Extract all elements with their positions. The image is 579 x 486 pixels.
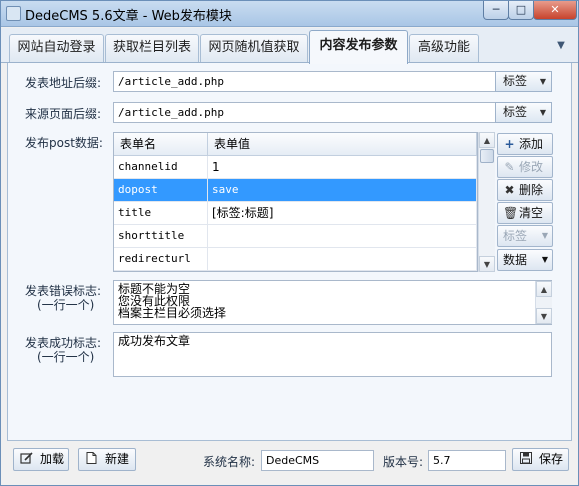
- add-button[interactable]: + 添加: [497, 133, 553, 155]
- chevron-down-icon: ▼: [539, 77, 546, 86]
- referer-tag-dropdown[interactable]: 标签 ▼: [495, 102, 552, 123]
- app-icon: [6, 6, 21, 21]
- scroll-up-icon[interactable]: ▲: [536, 281, 552, 297]
- edit-button[interactable]: ✎ 修改: [497, 156, 553, 178]
- error-flag-hint: (一行一个): [37, 298, 95, 312]
- cell-name: redirecturl: [114, 248, 208, 270]
- data-menu-button[interactable]: 数据 ▼: [497, 249, 553, 271]
- trash-icon: 🗑: [503, 206, 519, 220]
- grid-scrollbar[interactable]: ▲ ▼: [478, 132, 495, 272]
- chevron-down-icon: ▼: [541, 255, 548, 264]
- post-data-label: 发布post数据:: [25, 136, 103, 150]
- window-title: DedeCMS 5.6文章 - Web发布模块: [25, 9, 232, 24]
- delete-button[interactable]: ✖ 删除: [497, 179, 553, 201]
- title-bar[interactable]: DedeCMS 5.6文章 - Web发布模块 ─ □ ✕: [1, 1, 578, 27]
- new-button[interactable]: 新建: [78, 448, 136, 471]
- scroll-down-icon[interactable]: ▼: [479, 256, 495, 272]
- tab-random-value[interactable]: 网页随机值获取: [200, 34, 308, 62]
- clear-label: 清空: [519, 206, 544, 220]
- tab-auto-login[interactable]: 网站自动登录: [9, 34, 104, 62]
- success-flag-hint: (一行一个): [37, 350, 95, 364]
- edit-icon: [20, 452, 33, 464]
- delete-label: 删除: [519, 183, 544, 197]
- tag-dropdown-label: 标签: [503, 105, 528, 119]
- success-flag-textarea[interactable]: 成功发布文章: [113, 332, 552, 377]
- scroll-down-icon[interactable]: ▼: [536, 308, 552, 324]
- column-header-value[interactable]: 表单值: [208, 133, 477, 156]
- error-flag-textarea[interactable]: 标题不能为空 您没有此权限 档案主栏目必须选择: [113, 280, 552, 325]
- data-label: 数据: [503, 253, 528, 267]
- add-label: 添加: [519, 137, 544, 151]
- cell-value: [208, 225, 477, 247]
- cell-name: shorttitle: [114, 225, 208, 247]
- error-textarea-scrollbar[interactable]: ▲ ▼: [535, 281, 552, 324]
- load-label: 加载: [40, 452, 65, 466]
- cell-name: title: [114, 202, 208, 224]
- tag-label: 标签: [503, 229, 528, 243]
- tab-overflow-icon[interactable]: ▼: [554, 40, 568, 52]
- delete-x-icon: ✖: [504, 183, 515, 197]
- scroll-thumb[interactable]: [480, 149, 494, 163]
- clear-button[interactable]: 🗑清空: [497, 202, 553, 224]
- version-label: 版本号:: [383, 455, 424, 469]
- tab-publish-params[interactable]: 内容发布参数: [309, 30, 408, 64]
- edit-label: 修改: [519, 160, 544, 174]
- column-header-name[interactable]: 表单名: [114, 133, 208, 156]
- cell-value: 1: [208, 156, 477, 178]
- app-window: DedeCMS 5.6文章 - Web发布模块 ─ □ ✕ 网站自动登录 获取栏…: [0, 0, 579, 486]
- cell-name: channelid: [114, 156, 208, 178]
- new-label: 新建: [105, 452, 130, 466]
- cell-value: save: [208, 179, 477, 201]
- system-name-label: 系统名称:: [203, 455, 256, 469]
- publish-params-panel: 发表地址后缀: /article_add.php 标签 ▼ 来源页面后缀: /a…: [7, 63, 572, 441]
- referer-input[interactable]: /article_add.php: [113, 102, 496, 123]
- load-button[interactable]: 加载: [13, 448, 69, 471]
- cell-value: [208, 248, 477, 270]
- post-url-tag-dropdown[interactable]: 标签 ▼: [495, 71, 552, 92]
- tab-strip: 网站自动登录 获取栏目列表 网页随机值获取 内容发布参数 高级功能 ▼: [1, 28, 578, 64]
- table-row-selected[interactable]: dopost save: [114, 179, 477, 202]
- table-row[interactable]: channelid 1: [114, 156, 477, 179]
- new-file-icon: [86, 452, 97, 464]
- save-label: 保存: [539, 452, 564, 466]
- tab-advanced[interactable]: 高级功能: [409, 34, 479, 62]
- post-url-label: 发表地址后缀:: [25, 76, 102, 90]
- tag-dropdown-label: 标签: [503, 74, 528, 88]
- tab-category-list[interactable]: 获取栏目列表: [105, 34, 199, 62]
- maximize-button[interactable]: □: [508, 1, 534, 20]
- table-row[interactable]: redirecturl: [114, 248, 477, 271]
- chevron-down-icon: ▼: [539, 108, 546, 117]
- version-input[interactable]: 5.7: [428, 450, 506, 471]
- table-row[interactable]: shorttitle: [114, 225, 477, 248]
- post-data-grid[interactable]: 表单名 表单值 channelid 1 dopost save title [标…: [113, 132, 478, 272]
- scroll-up-icon[interactable]: ▲: [479, 132, 495, 148]
- referer-label: 来源页面后缀:: [25, 107, 102, 121]
- plus-icon: +: [504, 137, 515, 151]
- chevron-down-icon: ▼: [541, 231, 548, 240]
- save-button[interactable]: 保存: [512, 448, 569, 471]
- pencil-icon: ✎: [504, 160, 515, 174]
- minimize-button[interactable]: ─: [483, 1, 509, 20]
- tag-menu-button[interactable]: 标签 ▼: [497, 225, 553, 247]
- cell-value: [标签:标题]: [208, 202, 477, 224]
- system-name-input[interactable]: DedeCMS: [261, 450, 374, 471]
- save-disk-icon: [520, 452, 532, 464]
- close-button[interactable]: ✕: [533, 1, 577, 20]
- post-url-input[interactable]: /article_add.php: [113, 71, 496, 92]
- table-row[interactable]: title [标签:标题]: [114, 202, 477, 225]
- cell-name: dopost: [114, 179, 208, 201]
